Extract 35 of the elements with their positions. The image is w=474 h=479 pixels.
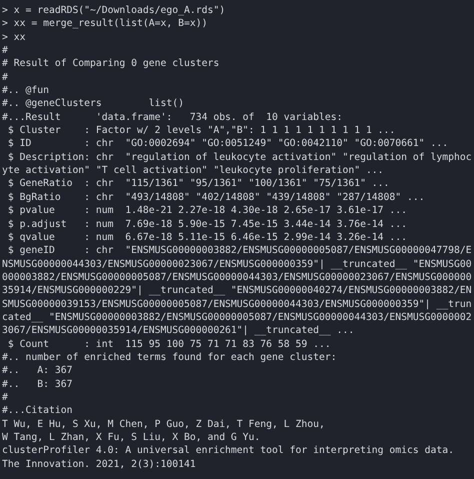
console-line: # bbox=[2, 44, 8, 58]
console-line: yte activation" "T cell activation" "leukocyte proliferation" ... bbox=[2, 164, 384, 178]
console-line: W Tang, L Zhan, X Fu, S Liu, X Bo, and G Yu. bbox=[2, 431, 260, 444]
console-line: $ Count : int 115 95 100 75 71 71 83 76 58 59 ... bbox=[6, 338, 331, 351]
console-line: NSMUSG00000044303/ENSMUSG00000023067/ENSMUSG000000359"| __truncated__ "ENSMUSG00 bbox=[2, 258, 472, 271]
console-line: 35914/ENSMUSG000000229"| __truncated__ "ENSMUSG00000040274/ENSMUSG00000003882/EN bbox=[2, 284, 472, 298]
console-line: $ pvalue : num 1.48e-21 2.27e-18 4.30e-18 2.65e-17 3.61e-17 ... bbox=[6, 204, 408, 218]
console-line: SMUSG00000039153/ENSMUSG00000005087/ENSMUSG00000044303/ENSMUSG000000359"| __trun bbox=[2, 298, 472, 311]
console-line: #.. B: 367 bbox=[2, 378, 72, 391]
console-line: # bbox=[2, 70, 8, 84]
console-line: $ Cluster : Factor w/ 2 levels "A","B": 1 1 1 1 1 1 1 1 1 1 ... bbox=[6, 124, 396, 138]
console-line: $ GeneRatio : chr "115/1361" "95/1361" "100/1361" "75/1361" ... bbox=[6, 177, 390, 191]
console-line: $ p.adjust : num 7.69e-18 5.90e-15 7.45e-15 3.44e-14 3.76e-14 ... bbox=[6, 218, 408, 231]
console-line: #.. A: 367 bbox=[2, 364, 72, 378]
console-line: $ BgRatio : chr "493/14808" "402/14808" "439/14808" "287/14808" ... bbox=[6, 190, 425, 204]
console-line: $ geneID : chr "ENSMUSG00000003882/ENSMUSG00000005087/ENSMUSG00000047798/E bbox=[6, 244, 472, 258]
console-line: #...Result 'data.frame': 734 obs. of 10 variables: bbox=[2, 110, 342, 124]
console-line: $ qvalue : num 6.67e-18 5.11e-15 6.46e-15 2.99e-14 3.26e-14 ... bbox=[6, 230, 408, 244]
console-line: > x = readRDS("~/Downloads/ego_A.rds") bbox=[2, 4, 226, 18]
console-line: # Result of Comparing 0 gene clusters bbox=[2, 57, 220, 71]
console-line: #.. @fun bbox=[2, 84, 49, 98]
console-line: # bbox=[2, 390, 8, 404]
console-line: 3067/ENSMUSG00000035914/ENSMUSG000000261"| __truncated__ ... bbox=[2, 324, 354, 338]
console-line: > xx = merge_result(list(A=x, B=x)) bbox=[2, 17, 208, 31]
console-line: clusterProfiler 4.0: A universal enrichment tool for interpreting omics data. bbox=[2, 444, 454, 458]
console-line: > xx bbox=[2, 30, 26, 44]
console-line: #.. number of enriched terms found for each gene cluster: bbox=[2, 350, 337, 364]
console-line: cated__ "ENSMUSG00000003882/ENSMUSG00000005087/ENSMUSG00000044303/ENSMUSG0000002 bbox=[2, 310, 472, 324]
console-line: 000003882/ENSMUSG00000005087/ENSMUSG00000044303/ENSMUSG00000023067/ENSMUSG000000 bbox=[2, 270, 472, 284]
console-line: #...Citation bbox=[2, 404, 72, 418]
console-line: $ Description: chr "regulation of leukocyte activation" "regulation of lymphoc bbox=[6, 150, 472, 164]
console-line: #.. @geneClusters list() bbox=[2, 97, 184, 111]
console-line: The Innovation. 2021, 2(3):100141 bbox=[2, 458, 196, 472]
console-line: $ ID : chr "GO:0002694" "GO:0051249" "GO:0042110" "GO:0070661" ... bbox=[6, 137, 448, 151]
console-line: T Wu, E Hu, S Xu, M Chen, P Guo, Z Dai, T Feng, L Zhou, bbox=[2, 418, 325, 431]
